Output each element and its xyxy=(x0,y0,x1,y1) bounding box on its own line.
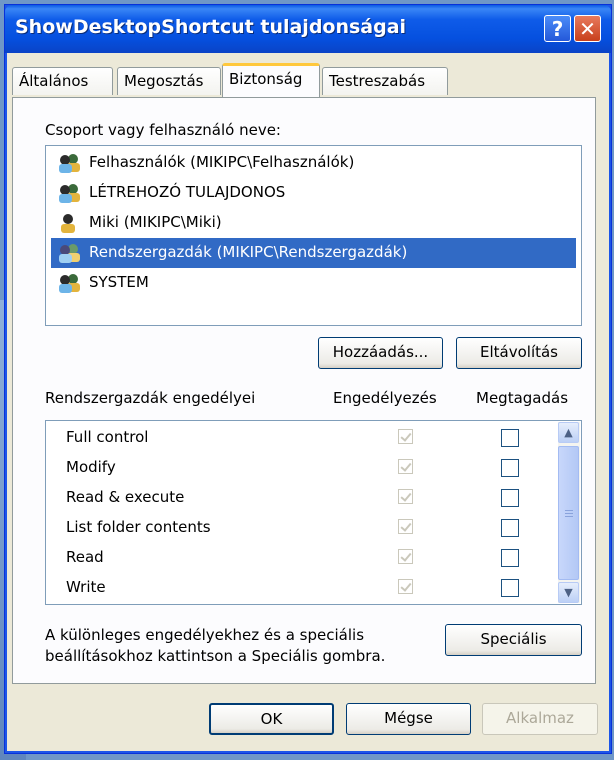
permission-name: Read & execute xyxy=(66,488,185,506)
table-row: Read & execute xyxy=(46,482,551,512)
ok-button[interactable]: OK xyxy=(209,703,334,735)
permission-name: Modify xyxy=(66,458,116,476)
group-icon xyxy=(59,154,80,173)
add-button[interactable]: Hozzáadás... xyxy=(318,337,443,369)
list-item-system[interactable]: SYSTEM xyxy=(54,268,574,298)
table-row: Write xyxy=(46,572,551,602)
tab-customize[interactable]: Testreszabás xyxy=(322,67,448,95)
deny-checkbox[interactable] xyxy=(501,459,519,477)
deny-checkbox[interactable] xyxy=(501,489,519,507)
special-button[interactable]: Speciális xyxy=(445,624,582,656)
deny-column-header: Megtagadás xyxy=(476,389,569,407)
allow-checkbox xyxy=(398,549,413,564)
title-bar[interactable]: ShowDesktopShortcut tulajdonságai ? ✕ xyxy=(5,5,611,53)
list-item-creator-owner[interactable]: LÉTREHOZÓ TULAJDONOS xyxy=(54,178,574,208)
list-item-miki[interactable]: Miki (MIKIPC\Miki) xyxy=(54,208,574,238)
deny-checkbox[interactable] xyxy=(501,429,519,447)
allow-column-header: Engedélyezés xyxy=(333,389,437,407)
vertical-scrollbar[interactable]: ▲ ▼ xyxy=(558,422,580,603)
table-row: List folder contents xyxy=(46,512,551,542)
permission-name: Write xyxy=(66,578,106,596)
group-icon xyxy=(59,184,80,203)
scroll-up-icon[interactable]: ▲ xyxy=(558,422,579,443)
allow-checkbox xyxy=(398,429,413,444)
tab-general[interactable]: Általános xyxy=(12,67,113,95)
apply-button[interactable]: Alkalmaz xyxy=(482,703,598,735)
special-note-line1: A különleges engedélyekhez és a speciáli… xyxy=(45,626,365,644)
user-name: Rendszergazdák (MIKIPC\Rendszergazdák) xyxy=(89,243,408,261)
user-name: Felhasználók (MIKIPC\Felhasználók) xyxy=(89,153,355,171)
deny-checkbox[interactable] xyxy=(501,579,519,597)
allow-checkbox xyxy=(398,579,413,594)
scroll-thumb[interactable] xyxy=(558,446,579,580)
allow-checkbox xyxy=(398,519,413,534)
allow-checkbox xyxy=(398,459,413,474)
special-note-line2: beállításokhoz kattintson a Speciális go… xyxy=(45,647,386,665)
group-icon xyxy=(59,244,80,263)
list-item-administrators[interactable]: Rendszergazdák (MIKIPC\Rendszergazdák) xyxy=(51,238,576,268)
table-row: Modify xyxy=(46,452,551,482)
group-label: Csoport vagy felhasználó neve: xyxy=(45,121,281,139)
deny-checkbox[interactable] xyxy=(501,549,519,567)
window-title: ShowDesktopShortcut tulajdonságai xyxy=(15,16,407,38)
user-name: LÉTREHOZÓ TULAJDONOS xyxy=(89,183,286,201)
user-name: Miki (MIKIPC\Miki) xyxy=(89,213,222,231)
close-button[interactable]: ✕ xyxy=(574,15,601,42)
user-name: SYSTEM xyxy=(89,273,149,291)
permission-name: List folder contents xyxy=(66,518,211,536)
permissions-list: Full control Modify Read & execute List … xyxy=(45,420,582,605)
tab-security[interactable]: Biztonság xyxy=(222,63,320,97)
help-button[interactable]: ? xyxy=(544,15,571,42)
permission-name: Read xyxy=(66,548,104,566)
deny-checkbox[interactable] xyxy=(501,519,519,537)
list-item-users[interactable]: Felhasználók (MIKIPC\Felhasználók) xyxy=(54,148,574,178)
user-icon xyxy=(61,214,75,233)
tab-sharing[interactable]: Megosztás xyxy=(117,67,221,95)
user-list[interactable]: Felhasználók (MIKIPC\Felhasználók) LÉTRE… xyxy=(45,145,582,326)
remove-button[interactable]: Eltávolítás xyxy=(456,337,582,369)
allow-checkbox xyxy=(398,489,413,504)
group-icon xyxy=(59,274,80,293)
permission-name: Full control xyxy=(66,428,149,446)
table-row: Full control xyxy=(46,422,551,452)
table-row: Read xyxy=(46,542,551,572)
cancel-button[interactable]: Mégse xyxy=(346,703,471,735)
permissions-header: Rendszergazdák engedélyei xyxy=(45,389,256,407)
scroll-down-icon[interactable]: ▼ xyxy=(558,582,579,603)
